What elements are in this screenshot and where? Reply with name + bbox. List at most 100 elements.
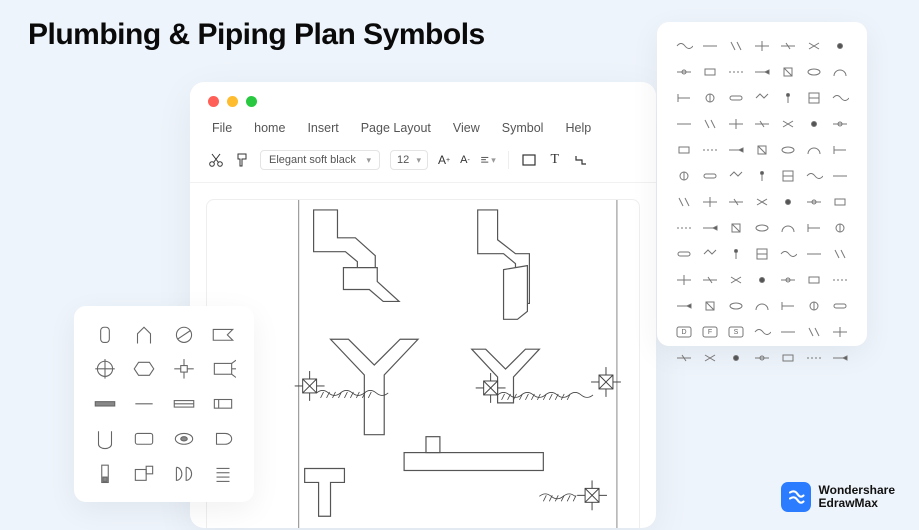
symbol-cap[interactable] [210, 428, 236, 450]
symbol-mini-58[interactable] [727, 247, 745, 261]
symbol-mini-80[interactable] [753, 325, 771, 339]
symbol-mini-64[interactable] [701, 273, 719, 287]
symbol-mini-36[interactable] [701, 169, 719, 183]
symbol-mini-6[interactable] [831, 39, 849, 53]
symbol-mini-29[interactable] [701, 143, 719, 157]
symbol-mini-47[interactable] [805, 195, 823, 209]
symbol-mini-56[interactable] [675, 247, 693, 261]
symbol-mini-18[interactable] [779, 91, 797, 105]
symbol-mini-84[interactable] [675, 351, 693, 365]
symbol-mini-60[interactable] [779, 247, 797, 261]
symbol-mini-38[interactable] [753, 169, 771, 183]
symbol-label-f[interactable]: F [701, 325, 719, 339]
symbol-mini-28[interactable] [675, 143, 693, 157]
font-select[interactable]: Elegant soft black ▾ [260, 150, 380, 170]
symbol-mini-67[interactable] [779, 273, 797, 287]
symbol-mini-2[interactable] [727, 39, 745, 53]
symbol-mini-65[interactable] [727, 273, 745, 287]
symbol-mini-66[interactable] [753, 273, 771, 287]
symbol-mini-8[interactable] [701, 65, 719, 79]
symbol-mini-71[interactable] [701, 299, 719, 313]
symbol-circle-slash[interactable] [171, 323, 197, 345]
menu-file[interactable]: File [212, 121, 232, 135]
symbol-mini-70[interactable] [675, 299, 693, 313]
symbol-mini-20[interactable] [831, 91, 849, 105]
symbol-mini-54[interactable] [805, 221, 823, 235]
symbol-mini-48[interactable] [831, 195, 849, 209]
symbol-mini-75[interactable] [805, 299, 823, 313]
menu-view[interactable]: View [453, 121, 480, 135]
align-icon[interactable]: ▾ [480, 152, 496, 168]
menu-page-layout[interactable]: Page Layout [361, 121, 431, 135]
minimize-icon[interactable] [227, 96, 238, 107]
cut-icon[interactable] [208, 152, 224, 168]
symbol-mini-53[interactable] [779, 221, 797, 235]
symbol-mini-50[interactable] [701, 221, 719, 235]
symbol-mini-49[interactable] [675, 221, 693, 235]
symbol-mini-13[interactable] [831, 65, 849, 79]
symbol-mini-5[interactable] [805, 39, 823, 53]
symbol-mini-30[interactable] [727, 143, 745, 157]
symbol-vessel[interactable] [131, 323, 157, 345]
symbol-mini-26[interactable] [805, 117, 823, 131]
symbol-plate[interactable] [171, 393, 197, 415]
symbol-mini-57[interactable] [701, 247, 719, 261]
format-painter-icon[interactable] [234, 152, 250, 168]
symbol-mini-88[interactable] [779, 351, 797, 365]
menu-home[interactable]: home [254, 121, 285, 135]
symbol-mini-59[interactable] [753, 247, 771, 261]
symbol-mini-21[interactable] [675, 117, 693, 131]
symbol-cylinder[interactable] [92, 323, 118, 345]
symbol-mini-15[interactable] [701, 91, 719, 105]
symbol-mini-81[interactable] [779, 325, 797, 339]
rectangle-tool-icon[interactable] [521, 152, 537, 168]
decrease-font-icon[interactable]: A- [460, 152, 470, 168]
symbol-mini-19[interactable] [805, 91, 823, 105]
symbol-mini-37[interactable] [727, 169, 745, 183]
symbol-mini-83[interactable] [831, 325, 849, 339]
symbol-mini-44[interactable] [727, 195, 745, 209]
symbol-target[interactable] [92, 358, 118, 380]
symbol-stack[interactable] [210, 463, 236, 485]
symbol-mini-33[interactable] [805, 143, 823, 157]
symbol-mini-31[interactable] [753, 143, 771, 157]
drawing-canvas[interactable] [206, 199, 640, 528]
symbol-mini-10[interactable] [753, 65, 771, 79]
symbol-mini-86[interactable] [727, 351, 745, 365]
symbol-u[interactable] [92, 428, 118, 450]
connector-tool-icon[interactable] [573, 152, 589, 168]
symbol-mini-69[interactable] [831, 273, 849, 287]
symbol-mini-87[interactable] [753, 351, 771, 365]
symbol-bar[interactable] [92, 393, 118, 415]
symbol-mini-24[interactable] [753, 117, 771, 131]
symbol-mini-9[interactable] [727, 65, 745, 79]
symbol-mini-17[interactable] [753, 91, 771, 105]
symbol-mini-14[interactable] [675, 91, 693, 105]
symbol-mini-90[interactable] [831, 351, 849, 365]
symbol-mini-43[interactable] [701, 195, 719, 209]
symbol-four-way[interactable] [171, 358, 197, 380]
symbol-mini-1[interactable] [701, 39, 719, 53]
symbol-mini-85[interactable] [701, 351, 719, 365]
symbol-mini-35[interactable] [675, 169, 693, 183]
symbol-burst[interactable] [210, 358, 236, 380]
symbol-mini-63[interactable] [675, 273, 693, 287]
symbol-mini-27[interactable] [831, 117, 849, 131]
symbol-mini-7[interactable] [675, 65, 693, 79]
symbol-rect-tall[interactable] [92, 463, 118, 485]
symbol-slot[interactable] [210, 393, 236, 415]
symbol-label-s[interactable]: S [727, 325, 745, 339]
maximize-icon[interactable] [246, 96, 257, 107]
symbol-label-d[interactable]: D [675, 325, 693, 339]
symbol-mini-45[interactable] [753, 195, 771, 209]
symbol-line[interactable] [131, 393, 157, 415]
symbol-mini-62[interactable] [831, 247, 849, 261]
symbol-mini-74[interactable] [779, 299, 797, 313]
symbol-mini-4[interactable] [779, 39, 797, 53]
symbol-mini-34[interactable] [831, 143, 849, 157]
font-size-select[interactable]: 12 ▾ [390, 150, 428, 170]
symbol-mini-42[interactable] [675, 195, 693, 209]
symbol-mini-82[interactable] [805, 325, 823, 339]
symbol-mini-16[interactable] [727, 91, 745, 105]
symbol-mini-52[interactable] [753, 221, 771, 235]
